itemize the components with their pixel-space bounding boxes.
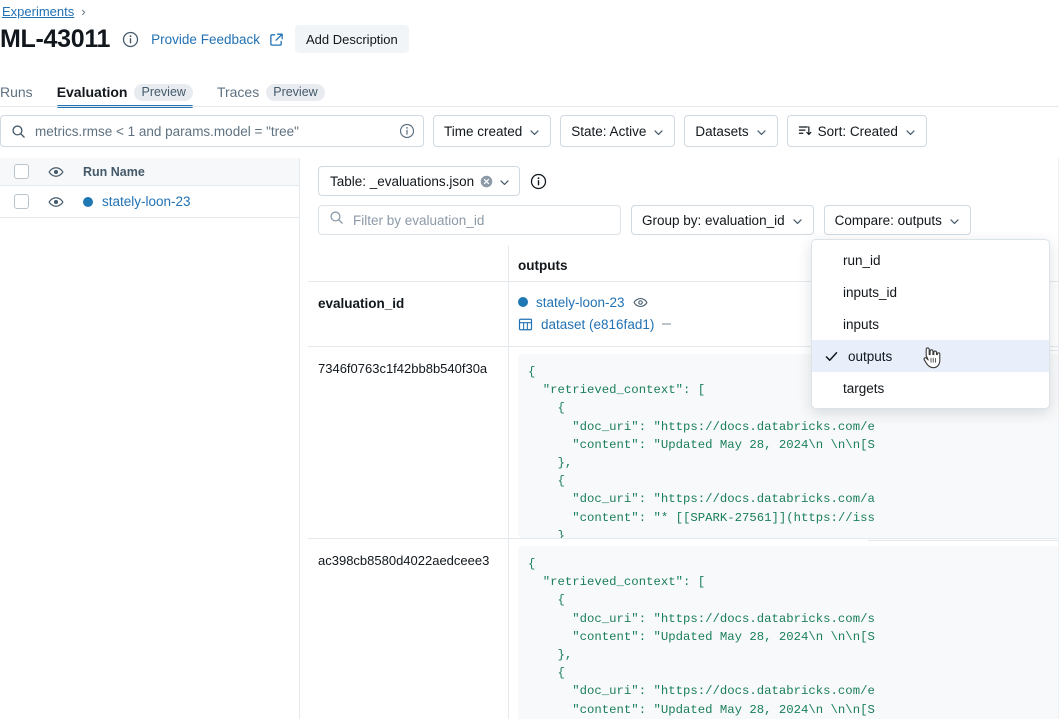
filter-time-created[interactable]: Time created: [433, 115, 551, 147]
compare-dropdown[interactable]: Compare: outputs: [824, 205, 971, 235]
outputs-cell[interactable]: { "retrieved_context": [ { "doc_uri": "h…: [509, 539, 1059, 719]
tab-evaluation[interactable]: Evaluation Preview: [57, 78, 193, 106]
add-description-button[interactable]: Add Description: [295, 25, 409, 53]
row-visibility-toggle[interactable]: [29, 194, 83, 210]
evaluation-id-value: ac398cb8580d4022aedceee3: [318, 553, 489, 568]
group-by-label: Group by: evaluation_id: [642, 213, 785, 228]
provide-feedback-link[interactable]: Provide Feedback: [151, 32, 260, 47]
breadcrumb-experiments-link[interactable]: Experiments: [2, 4, 74, 19]
pointer-hand-cursor: [919, 345, 941, 369]
tab-runs[interactable]: Runs: [0, 78, 33, 106]
breadcrumb: Experiments ›: [0, 0, 86, 22]
runs-column-header-label: Run Name: [83, 165, 145, 179]
row-select-checkbox[interactable]: [14, 194, 29, 209]
clear-circle-icon[interactable]: [480, 175, 493, 188]
chevron-down-icon: [499, 176, 510, 187]
chevron-down-icon: [653, 126, 664, 137]
evaluation-id-cell: 7346f0763c1f42bb8b540f30a: [308, 347, 509, 538]
group-row-label-cell: evaluation_id: [308, 282, 509, 346]
filter-box[interactable]: [318, 205, 621, 235]
breadcrumb-separator: ›: [81, 4, 85, 19]
table-icon: [518, 317, 533, 332]
sort-created-label: Sort: Created: [818, 124, 898, 139]
eye-icon[interactable]: [633, 295, 648, 310]
menu-item-run-id[interactable]: run_id: [812, 244, 1049, 276]
table-row[interactable]: ac398cb8580d4022aedceee3 { "retrieved_co…: [308, 539, 1059, 719]
group-by-dropdown[interactable]: Group by: evaluation_id: [631, 205, 814, 235]
evaluation-filter-controls: Group by: evaluation_id Compare: outputs: [318, 205, 971, 235]
search-info-icon[interactable]: [399, 123, 415, 139]
info-icon[interactable]: [122, 31, 139, 48]
search-icon: [11, 124, 26, 139]
table-selector-label: Table: _evaluations.json: [330, 174, 474, 189]
menu-item-inputs-id[interactable]: inputs_id: [812, 276, 1049, 308]
table-info-icon[interactable]: [530, 173, 547, 190]
check-icon: [824, 349, 839, 364]
external-link-icon[interactable]: [269, 32, 283, 46]
evaluation-id-cell: ac398cb8580d4022aedceee3: [308, 539, 509, 719]
menu-item-label: outputs: [848, 349, 892, 364]
menu-item-label: run_id: [824, 253, 881, 268]
menu-item-label: inputs: [824, 317, 879, 332]
search-box[interactable]: [0, 115, 424, 147]
eye-icon: [48, 194, 64, 210]
tabs-divider: [0, 106, 1059, 107]
tab-runs-label: Runs: [0, 84, 33, 100]
sort-created-button[interactable]: Sort: Created: [787, 115, 927, 147]
chevron-down-icon: [529, 126, 540, 137]
title-row: ML-43011 Provide Feedback Add Descriptio…: [0, 22, 409, 56]
outputs-json-content: { "retrieved_context": [ { "doc_uri": "h…: [528, 555, 1059, 719]
run-name-link[interactable]: stately-loon-23: [102, 194, 191, 209]
tab-evaluation-preview-badge: Preview: [134, 84, 192, 101]
tab-traces-preview-badge: Preview: [266, 84, 324, 101]
run-color-dot: [518, 297, 528, 307]
filter-datasets-label: Datasets: [695, 124, 748, 139]
chevron-down-icon: [792, 215, 803, 226]
dataset-dash-icon: [662, 323, 671, 325]
runs-table-header: Run Name: [0, 158, 299, 186]
row-divider: [868, 540, 1059, 541]
tab-bar: Runs Evaluation Preview Traces Preview: [0, 78, 325, 108]
group-run-name-link[interactable]: stately-loon-23: [536, 295, 625, 310]
tab-traces-label: Traces: [217, 84, 259, 100]
eye-icon: [48, 164, 64, 180]
evaluation-table-controls: Table: _evaluations.json: [318, 166, 547, 196]
filter-datasets[interactable]: Datasets: [684, 115, 777, 147]
select-all-checkbox[interactable]: [14, 164, 29, 179]
sort-icon: [798, 124, 812, 138]
filter-time-created-label: Time created: [444, 124, 522, 139]
chevron-down-icon: [949, 215, 960, 226]
column-header-outputs: outputs: [518, 258, 568, 273]
menu-item-label: inputs_id: [824, 285, 897, 300]
filter-state-active[interactable]: State: Active: [560, 115, 675, 147]
tab-evaluation-label: Evaluation: [57, 84, 128, 100]
filter-evaluation-id-input[interactable]: [344, 213, 610, 228]
search-icon: [329, 210, 344, 230]
menu-item-targets[interactable]: targets: [812, 372, 1049, 404]
filter-state-label: State: Active: [571, 124, 646, 139]
menu-item-inputs[interactable]: inputs: [812, 308, 1049, 340]
compare-dropdown-menu: run_id inputs_id inputs outputs targets: [811, 239, 1050, 409]
tab-traces[interactable]: Traces Preview: [217, 78, 325, 106]
compare-label: Compare: outputs: [835, 213, 942, 228]
chevron-down-icon: [905, 126, 916, 137]
data-table-header-cell-1: [308, 246, 509, 281]
runs-panel: Run Name stately-loon-23: [0, 158, 300, 719]
group-dataset-link[interactable]: dataset (e816fad1): [541, 317, 654, 332]
runs-header-eye-cell[interactable]: [29, 164, 83, 180]
filter-toolbar: Time created State: Active Datasets Sort…: [0, 115, 927, 147]
menu-item-label: targets: [824, 381, 884, 396]
run-color-dot: [83, 197, 93, 207]
json-viewer[interactable]: { "retrieved_context": [ { "doc_uri": "h…: [518, 546, 1059, 719]
search-input[interactable]: [26, 124, 399, 139]
evaluation-id-value: 7346f0763c1f42bb8b540f30a: [318, 361, 487, 376]
page-title: ML-43011: [0, 25, 110, 54]
table-row[interactable]: stately-loon-23: [0, 186, 299, 218]
table-selector[interactable]: Table: _evaluations.json: [318, 166, 520, 196]
chevron-down-icon: [756, 126, 767, 137]
group-by-field-label: evaluation_id: [318, 296, 404, 311]
